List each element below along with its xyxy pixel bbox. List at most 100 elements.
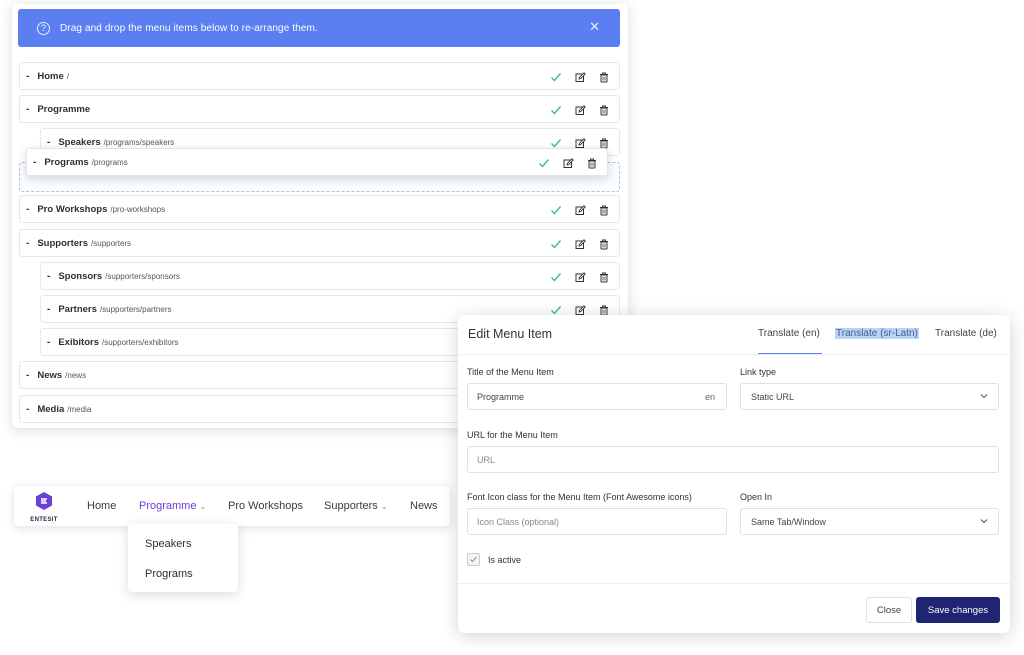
menu-item-title: Pro Workshops bbox=[37, 203, 108, 215]
drag-dash: - bbox=[26, 203, 30, 215]
is-active-label: Is active bbox=[488, 555, 522, 565]
logo-text: ENTESIT bbox=[30, 517, 58, 523]
check-icon[interactable] bbox=[549, 270, 563, 284]
url-input[interactable] bbox=[467, 446, 999, 473]
chevron-down-icon bbox=[980, 519, 988, 524]
logo-mark-icon bbox=[36, 492, 52, 510]
menu-item-path: /supporters/exhibitors bbox=[102, 337, 179, 347]
title-lang-badge: en bbox=[705, 392, 716, 402]
edit-icon[interactable] bbox=[561, 156, 575, 170]
menu-item-path: /supporters/sponsors bbox=[105, 271, 180, 281]
menu-item-title: Exibitors bbox=[58, 336, 99, 348]
dropdown-item-speakers[interactable]: Speakers bbox=[145, 538, 191, 550]
menu-item-title: Media bbox=[37, 403, 65, 415]
menu-item-title: Programs bbox=[44, 156, 89, 168]
menu-item-title: News bbox=[37, 369, 63, 381]
menu-item-path: /supporters/partners bbox=[99, 304, 172, 314]
nav-programme[interactable]: Programme ⌄ bbox=[139, 500, 206, 512]
divider bbox=[458, 354, 1010, 355]
close-icon[interactable]: ✕ bbox=[589, 20, 600, 34]
menu-row-supporters[interactable]: - Supporters /supporters bbox=[19, 229, 620, 257]
title-input[interactable] bbox=[467, 383, 727, 410]
icon-class-label: Font Icon class for the Menu Item (Font … bbox=[467, 492, 692, 502]
menu-row-home[interactable]: - Home / bbox=[19, 62, 620, 90]
logo[interactable]: ENTESIT bbox=[28, 491, 60, 523]
edit-menu-item-modal: Edit Menu Item Translate (en) Translate … bbox=[458, 315, 1010, 633]
drag-dash: - bbox=[26, 103, 30, 115]
drag-dash: - bbox=[47, 136, 51, 148]
nav-news[interactable]: News bbox=[410, 500, 438, 512]
menu-item-path: /news bbox=[65, 370, 87, 380]
icon-class-input[interactable] bbox=[467, 508, 727, 535]
edit-icon[interactable] bbox=[573, 237, 587, 251]
tab-translate-de[interactable]: Translate (de) bbox=[935, 328, 997, 339]
link-type-select[interactable]: Static URL bbox=[740, 383, 999, 410]
drag-dash: - bbox=[26, 237, 30, 249]
drag-dash: - bbox=[26, 369, 30, 381]
menu-item-title: Supporters bbox=[37, 237, 89, 249]
trash-icon[interactable] bbox=[597, 203, 611, 217]
check-icon[interactable] bbox=[549, 103, 563, 117]
trash-icon[interactable] bbox=[597, 270, 611, 284]
trash-icon[interactable] bbox=[597, 237, 611, 251]
trash-icon[interactable] bbox=[585, 156, 599, 170]
drag-dash: - bbox=[26, 403, 30, 415]
link-type-label: Link type bbox=[740, 367, 777, 377]
modal-title: Edit Menu Item bbox=[468, 327, 553, 341]
menu-item-title: Programme bbox=[37, 103, 91, 115]
trash-icon[interactable] bbox=[597, 70, 611, 84]
nav-home[interactable]: Home bbox=[87, 500, 116, 512]
menu-item-path: / bbox=[66, 71, 69, 81]
check-icon[interactable] bbox=[549, 203, 563, 217]
menu-item-title: Speakers bbox=[58, 136, 101, 148]
menu-item-path: /media bbox=[67, 404, 92, 414]
open-in-value: Same Tab/Window bbox=[751, 516, 826, 527]
menu-item-path: /supporters bbox=[91, 238, 132, 248]
drag-dash: - bbox=[47, 336, 51, 348]
trash-icon[interactable] bbox=[597, 103, 611, 117]
menu-item-title: Sponsors bbox=[58, 270, 103, 282]
drag-dash: - bbox=[47, 303, 51, 315]
tab-translate-sr-latn[interactable]: Translate (sr-Latn) bbox=[835, 328, 919, 339]
menu-item-title: Home bbox=[37, 70, 64, 82]
menu-item-path: /programs/speakers bbox=[103, 137, 175, 147]
menu-item-path: /programs bbox=[91, 157, 128, 167]
nav-programme-label: Programme bbox=[139, 500, 197, 512]
check-icon[interactable] bbox=[537, 156, 551, 170]
nav-pro-workshops[interactable]: Pro Workshops bbox=[228, 500, 303, 512]
menu-row-sponsors[interactable]: - Sponsors /supporters/sponsors bbox=[40, 262, 620, 290]
check-icon bbox=[470, 556, 477, 563]
edit-icon[interactable] bbox=[573, 270, 587, 284]
site-navbar: ENTESIT Home Programme ⌄ Pro Workshops Su… bbox=[14, 486, 450, 526]
divider bbox=[458, 583, 1010, 584]
menu-row-programme[interactable]: - Programme bbox=[19, 95, 620, 123]
programme-dropdown: Speakers Programs bbox=[128, 524, 238, 592]
dropdown-item-programs[interactable]: Programs bbox=[145, 568, 193, 580]
edit-icon[interactable] bbox=[573, 70, 587, 84]
save-changes-button[interactable]: Save changes bbox=[916, 597, 1000, 623]
open-in-select[interactable]: Same Tab/Window bbox=[740, 508, 999, 535]
menu-row-pro-workshops[interactable]: - Pro Workshops /pro-workshops bbox=[19, 195, 620, 223]
open-in-label: Open In bbox=[740, 492, 773, 502]
tab-translate-en[interactable]: Translate (en) bbox=[758, 328, 820, 339]
check-icon[interactable] bbox=[549, 70, 563, 84]
alert-text: Drag and drop the menu items below to re… bbox=[60, 22, 318, 34]
chevron-down-icon: ⌄ bbox=[380, 502, 388, 511]
link-type-value: Static URL bbox=[751, 391, 795, 402]
menu-row-programs-dragging[interactable]: - Programs /programs bbox=[26, 148, 608, 176]
drag-dash: - bbox=[47, 270, 51, 282]
check-icon[interactable] bbox=[549, 237, 563, 251]
drag-dash: - bbox=[33, 156, 37, 168]
nav-supporters-label: Supporters bbox=[324, 500, 378, 512]
menu-item-path: /pro-workshops bbox=[110, 204, 166, 214]
close-button[interactable]: Close bbox=[866, 597, 912, 623]
url-label: URL for the Menu Item bbox=[467, 430, 558, 440]
is-active-checkbox[interactable] bbox=[467, 553, 480, 566]
edit-icon[interactable] bbox=[573, 103, 587, 117]
drag-dash: - bbox=[26, 70, 30, 82]
chevron-down-icon bbox=[980, 394, 988, 399]
nav-supporters[interactable]: Supporters ⌄ bbox=[324, 500, 388, 512]
info-alert: ? Drag and drop the menu items below to … bbox=[18, 9, 620, 47]
title-label: Title of the Menu Item bbox=[467, 367, 554, 377]
edit-icon[interactable] bbox=[573, 203, 587, 217]
